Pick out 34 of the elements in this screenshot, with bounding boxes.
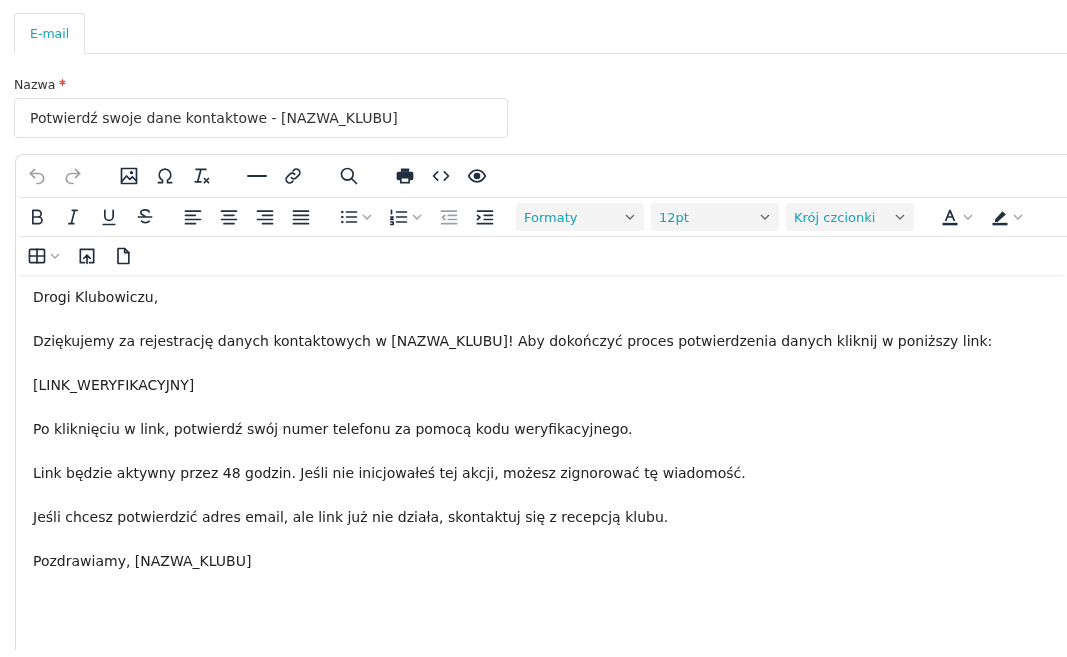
horizontal-line-icon — [247, 175, 267, 177]
field-label: Nazwa — [14, 77, 56, 92]
dropdown[interactable]: Krój czcionki — [786, 203, 914, 231]
paragraph: Drogi Klubowiczu, — [33, 288, 160, 307]
email-tab[interactable]: E-mail — [14, 13, 86, 54]
align-right-icon — [255, 207, 275, 227]
paragraph: Pozdrawiamy, [NAZWA_KLUBU] — [33, 552, 253, 571]
eye-icon — [467, 166, 487, 186]
text-color-icon — [940, 207, 960, 227]
numbered-list-icon — [389, 207, 409, 227]
link-icon — [283, 166, 303, 186]
clear-formatting-icon — [191, 166, 211, 186]
undo-icon — [27, 166, 47, 186]
paragraph: Po kliknięciu w link, potwierdź swój numer telefonu za pomocą kodu weryfikacyjnego. — [33, 420, 634, 439]
redo-icon — [63, 166, 83, 186]
printer-icon — [395, 166, 415, 186]
justify-icon — [291, 207, 311, 227]
image-icon — [119, 166, 139, 186]
indent-icon — [475, 207, 495, 227]
search-icon — [339, 166, 359, 186]
upload-icon — [77, 246, 97, 266]
omega-icon — [155, 166, 175, 186]
dropdown[interactable]: Formaty — [516, 203, 644, 231]
table-icon — [27, 246, 47, 266]
align-left-icon — [183, 207, 203, 227]
paragraph: [LINK_WERYFIKACYJNY] — [33, 376, 196, 395]
name-input-field[interactable]: Potwierdź swoje dane kontaktowe - [NAZWA_KLUBU] — [14, 98, 508, 138]
underline-icon — [99, 207, 119, 227]
paragraph: Link będzie aktywny przez 48 godzin. Jeśli nie inicjowałeś tej akcji, możesz zignorować tę wiadomość. — [33, 464, 747, 483]
outdent-icon — [439, 207, 459, 227]
dropdown[interactable]: 12pt — [651, 203, 779, 231]
align-center-icon — [219, 207, 239, 227]
paragraph: Dziękujemy za rejestrację danych kontaktowych w [NAZWA_KLUBU]! Aby dokończyć proces potwierdzenia danych kliknij w poniższy link: — [33, 332, 994, 351]
paragraph: Jeśli chcesz potwierdzić adres email, ale link już nie działa, skontaktuj się z recepcją klubu. — [33, 508, 670, 527]
